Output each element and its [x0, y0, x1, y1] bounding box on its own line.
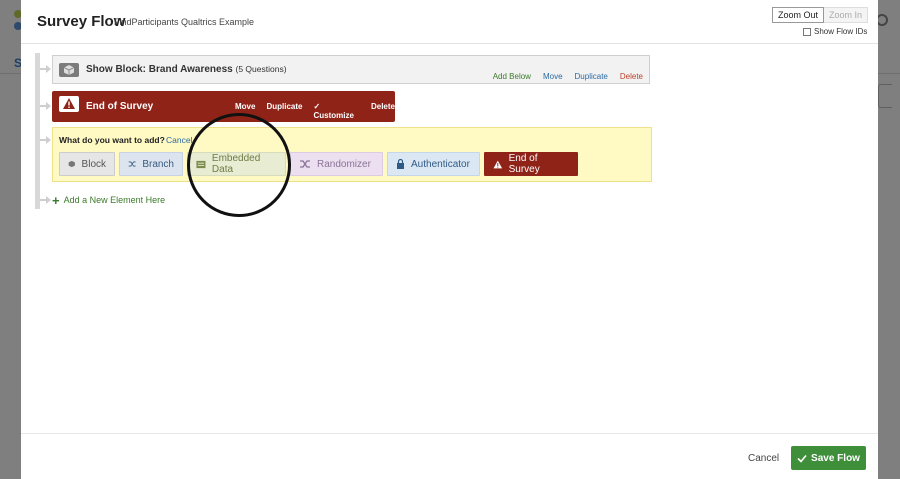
add-element-options: Block Branch Embedded Data Randomizer Au… [59, 152, 578, 176]
eos-delete-link[interactable]: Delete [371, 102, 395, 120]
eos-customize-link[interactable]: ✓ Customize [313, 102, 360, 120]
add-below-link[interactable]: Add Below [493, 72, 531, 81]
add-new-element-link[interactable]: + Add a New Element Here [52, 192, 166, 208]
cancel-button[interactable]: Cancel [748, 453, 779, 464]
add-end-of-survey-button[interactable]: End of Survey [484, 152, 578, 176]
cube-icon [68, 160, 75, 168]
block-cube-icon [59, 63, 79, 77]
show-flow-ids-toggle[interactable]: Show Flow IDs [803, 27, 867, 36]
add-new-element-label: Add a New Element Here [63, 195, 166, 205]
block-name: Show Block: Brand Awareness [86, 64, 233, 75]
zoom-controls: Zoom Out Zoom In [772, 7, 869, 23]
add-authenticator-button[interactable]: Authenticator [387, 152, 480, 176]
background-button [878, 84, 892, 108]
flow-arrow-icon [40, 101, 51, 111]
add-randomizer-button[interactable]: Randomizer [290, 152, 383, 176]
add-element-cancel-link[interactable]: Cancel [166, 135, 192, 145]
flow-arrow-icon [40, 64, 51, 74]
highlight-circle-annotation [187, 113, 291, 217]
add-element-prompt: What do you want to add? [59, 135, 165, 145]
save-flow-label: Save Flow [811, 452, 860, 464]
save-flow-button[interactable]: Save Flow [791, 446, 866, 470]
shuffle-icon [300, 160, 310, 168]
warning-icon [493, 160, 503, 168]
zoom-out-button[interactable]: Zoom Out [772, 7, 825, 23]
branch-icon [128, 161, 136, 167]
end-of-survey-title: End of Survey [86, 101, 154, 112]
eos-duplicate-link[interactable]: Duplicate [266, 102, 302, 120]
zoom-in-button[interactable]: Zoom In [824, 7, 869, 23]
plus-icon: + [52, 192, 60, 208]
modal-title: Survey Flow [37, 13, 126, 30]
add-block-label: Block [81, 158, 106, 170]
show-flow-ids-checkbox[interactable] [803, 27, 811, 36]
survey-flow-modal: Survey Flow FindParticipants Qualtrics E… [21, 0, 878, 479]
duplicate-link[interactable]: Duplicate [575, 72, 608, 81]
add-branch-button[interactable]: Branch [119, 152, 183, 176]
add-authenticator-label: Authenticator [411, 158, 470, 170]
flow-arrow-icon [40, 135, 51, 145]
checkmark-icon [797, 454, 807, 463]
show-flow-ids-label: Show Flow IDs [814, 27, 868, 36]
add-end-of-survey-label: End of Survey [508, 153, 540, 175]
flow-connector-line [35, 53, 40, 209]
block-question-count: (5 Questions) [235, 64, 287, 74]
flow-arrow-icon [40, 195, 51, 205]
move-link[interactable]: Move [543, 72, 563, 81]
add-branch-label: Branch [142, 158, 174, 170]
lock-icon [397, 159, 404, 169]
add-block-button[interactable]: Block [59, 152, 115, 176]
survey-name: FindParticipants Qualtrics Example [114, 17, 255, 27]
flow-canvas: Show Block: Brand Awareness (5 Questions… [21, 45, 878, 433]
block-title: Show Block: Brand Awareness (5 Questions… [86, 64, 287, 75]
flow-element-block[interactable]: Show Block: Brand Awareness (5 Questions… [52, 55, 650, 84]
modal-header: Survey Flow FindParticipants Qualtrics E… [21, 0, 878, 44]
add-randomizer-label: Randomizer [317, 158, 371, 170]
warning-icon [59, 96, 79, 112]
modal-footer: Cancel Save Flow [21, 433, 878, 479]
block-actions: Add Below Move Duplicate Delete [493, 72, 643, 81]
add-element-panel: What do you want to add? Cancel Block Br… [52, 127, 652, 182]
delete-link[interactable]: Delete [620, 72, 643, 81]
